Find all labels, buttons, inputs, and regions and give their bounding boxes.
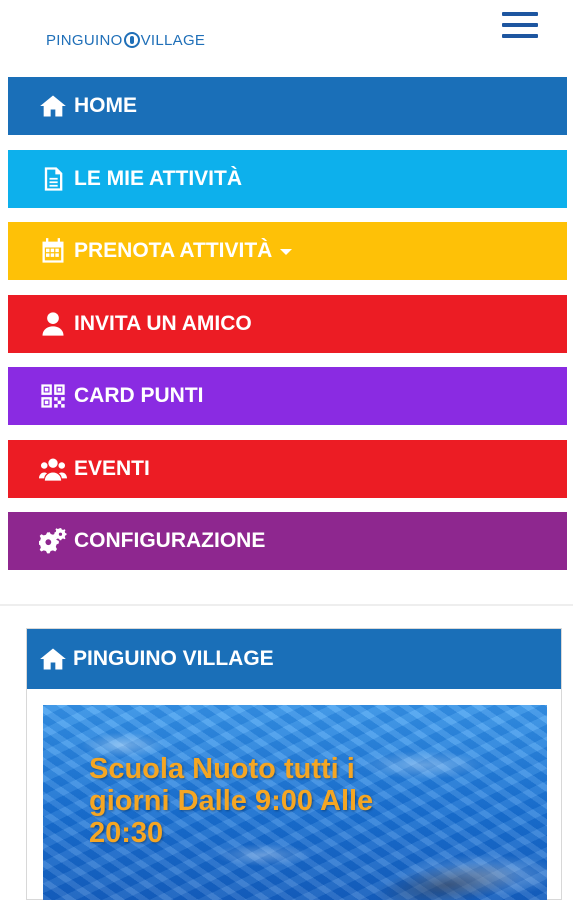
hamburger-menu-icon[interactable]: [502, 12, 538, 42]
menu-item-invita-un-amico[interactable]: INVITA UN AMICO: [8, 294, 567, 353]
menu-item-label: INVITA UN AMICO: [74, 311, 252, 335]
panel-header: PINGUINO VILLAGE: [27, 629, 561, 689]
user-icon: [38, 309, 68, 339]
document-icon: [38, 164, 68, 194]
menu-item-label: PRENOTA ATTIVITÀ: [74, 239, 273, 262]
panel-title: PINGUINO VILLAGE: [73, 647, 274, 670]
menu-item-label: CARD PUNTI: [74, 384, 204, 407]
qrcode-icon: [38, 381, 68, 411]
divider: [0, 604, 573, 606]
menu-item-eventi[interactable]: EVENTI: [8, 439, 567, 498]
menu-item-prenota-attivita[interactable]: PRENOTA ATTIVITÀ: [8, 222, 567, 280]
banner-text: Scuola Nuoto tutti i giorni Dalle 9:00 A…: [89, 753, 374, 849]
menu-item-label: HOME: [74, 94, 137, 117]
top-bar: PINGUINO VILLAGE: [0, 0, 573, 76]
chevron-down-icon: [280, 249, 293, 255]
logo-penguin-icon: [123, 32, 140, 48]
swimmer-shape: [370, 854, 526, 900]
gears-icon: [38, 526, 68, 556]
menu-item-label: CONFIGURAZIONE: [74, 529, 266, 552]
menu-item-label: EVENTI: [74, 456, 150, 480]
menu-item-card-punti[interactable]: CARD PUNTI: [8, 367, 567, 425]
menu-item-label: LE MIE ATTIVITÀ: [74, 166, 242, 190]
logo-text-right: VILLAGE: [140, 31, 206, 49]
home-icon: [39, 644, 69, 674]
menu-item-le-mie-attivita[interactable]: LE MIE ATTIVITÀ: [8, 149, 567, 208]
calendar-icon: [38, 236, 68, 266]
swimming-pool-banner-image[interactable]: Scuola Nuoto tutti i giorni Dalle 9:00 A…: [43, 705, 547, 900]
logo[interactable]: PINGUINO VILLAGE: [46, 28, 205, 52]
menu-item-configurazione[interactable]: CONFIGURAZIONE: [8, 512, 567, 570]
users-icon: [38, 454, 68, 484]
village-panel: PINGUINO VILLAGE Scuola Nuoto tutti i gi…: [26, 628, 562, 900]
home-icon: [38, 91, 68, 121]
menu-item-home[interactable]: HOME: [8, 77, 567, 135]
main-menu: HOME LE MIE ATTIVITÀ PRENOTA ATTIVITÀ IN…: [8, 77, 567, 585]
logo-text-left: PINGUINO: [46, 31, 123, 49]
